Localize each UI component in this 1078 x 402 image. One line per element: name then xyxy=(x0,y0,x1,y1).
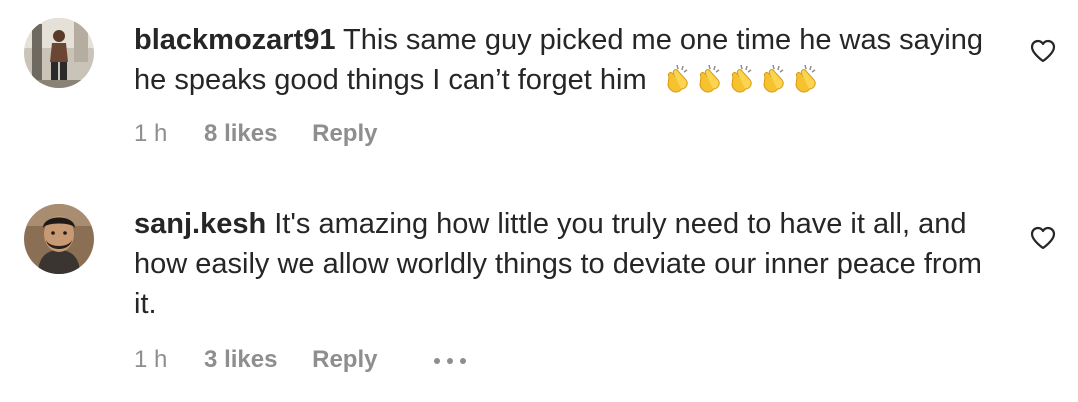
reply-button[interactable]: Reply xyxy=(312,119,377,149)
comment-username[interactable]: blackmozart91 xyxy=(134,24,336,56)
comment-body: blackmozart91 This same guy picked me on… xyxy=(134,20,1004,100)
comment-item: sanj.kesh It's amazing how little you tr… xyxy=(0,190,1078,402)
comment-timestamp: 1 h xyxy=(134,345,168,373)
comment-item: blackmozart91 This same guy picked me on… xyxy=(0,0,1078,190)
more-options-icon[interactable] xyxy=(432,345,468,375)
heart-outline-icon[interactable] xyxy=(1030,226,1056,250)
comment-body: sanj.kesh It's amazing how little you tr… xyxy=(134,204,1004,324)
avatar-photo xyxy=(24,18,94,88)
comment-likes-count[interactable]: 3 likes xyxy=(204,345,277,375)
avatar[interactable] xyxy=(24,18,94,88)
comment-timestamp: 1 h xyxy=(134,119,168,147)
avatar-photo xyxy=(24,204,94,274)
comment-likes-count[interactable]: 8 likes xyxy=(204,119,277,149)
reply-button[interactable]: Reply xyxy=(312,345,377,375)
avatar[interactable] xyxy=(24,204,94,274)
comment-meta: 1 h 3 likes Reply xyxy=(134,344,468,374)
clapping-hands-emoji xyxy=(663,63,823,93)
comment-meta: 1 h 8 likes Reply xyxy=(134,118,377,148)
comment-username[interactable]: sanj.kesh xyxy=(134,208,266,240)
heart-outline-icon[interactable] xyxy=(1030,39,1056,63)
